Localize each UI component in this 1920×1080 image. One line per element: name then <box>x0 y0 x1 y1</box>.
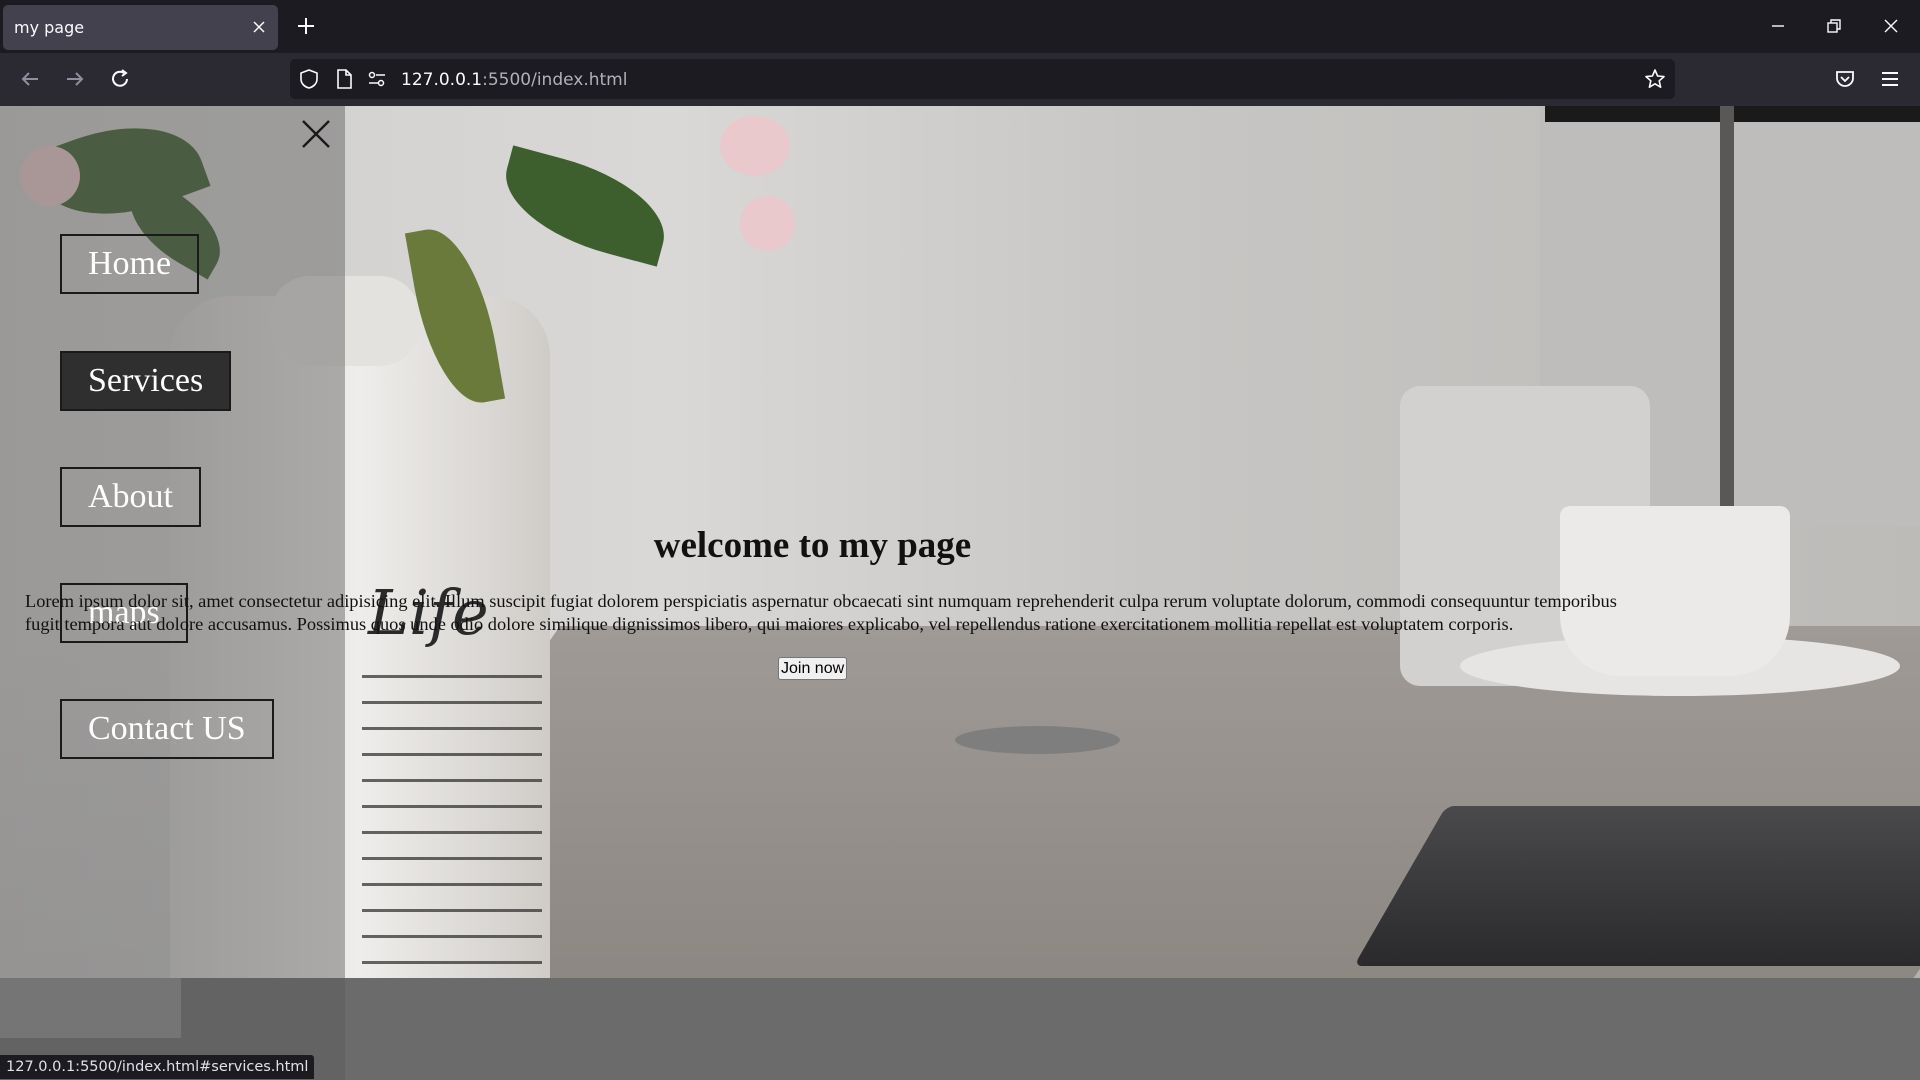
shield-icon[interactable] <box>298 68 320 90</box>
url-host: 127.0.0.1 <box>401 70 483 90</box>
browser-window: my page 127.0.0.1:5500/index.html Life H… <box>0 0 1920 1080</box>
bg-leaf <box>492 145 678 267</box>
forward-arrow-icon[interactable] <box>63 67 87 91</box>
nav-item-contact[interactable]: Contact US <box>60 699 274 759</box>
nav-item-label: Services <box>88 362 204 399</box>
nav-item-services[interactable]: Services <box>60 351 232 411</box>
nav-item-home[interactable]: Home <box>60 234 200 294</box>
link-status-bar: 127.0.0.1:5500/index.html#services.html <box>0 1055 315 1079</box>
vase-script <box>362 661 542 978</box>
pocket-icon[interactable] <box>1833 67 1857 91</box>
tab-strip: my page <box>0 0 1920 53</box>
nav-item-label: Contact US <box>88 710 246 747</box>
url-path: :5500/index.html <box>482 70 628 90</box>
close-tab-icon[interactable] <box>250 18 268 36</box>
nav-toolbar: 127.0.0.1:5500/index.html <box>0 53 1920 106</box>
url-text[interactable]: 127.0.0.1:5500/index.html <box>401 70 627 90</box>
bg-blossom <box>740 196 795 251</box>
join-now-button[interactable]: Join now <box>778 657 848 680</box>
tab-title: my page <box>14 18 85 37</box>
bg-laptop <box>1353 806 1920 966</box>
back-arrow-icon[interactable] <box>18 67 42 91</box>
menu-icon[interactable] <box>1878 67 1902 91</box>
close-window-icon[interactable] <box>1881 16 1901 36</box>
permissions-icon[interactable] <box>366 68 388 90</box>
intro-paragraph: Lorem ipsum dolor sit, amet consectetur … <box>25 591 1617 634</box>
page-viewport: Life Home Services About maps Contact US… <box>0 106 1920 1080</box>
address-bar[interactable]: 127.0.0.1:5500/index.html <box>290 59 1675 99</box>
minimize-icon[interactable] <box>1768 16 1788 36</box>
nav-item-label: Home <box>88 245 172 282</box>
bookmark-star-icon[interactable] <box>1644 68 1666 90</box>
tab-my-page[interactable]: my page <box>3 5 278 50</box>
page-heading: welcome to my page <box>653 525 972 566</box>
nav-item-label: About <box>88 478 173 515</box>
bg-stone <box>955 726 1120 754</box>
page-icon[interactable] <box>333 68 355 90</box>
restore-icon[interactable] <box>1824 16 1844 36</box>
bg-lamp-pole <box>1720 106 1734 516</box>
bg-blossom <box>720 116 790 176</box>
reload-icon[interactable] <box>108 67 132 91</box>
close-menu-icon[interactable] <box>301 119 331 149</box>
new-tab-icon[interactable] <box>294 14 318 38</box>
nav-item-about[interactable]: About <box>60 467 201 527</box>
